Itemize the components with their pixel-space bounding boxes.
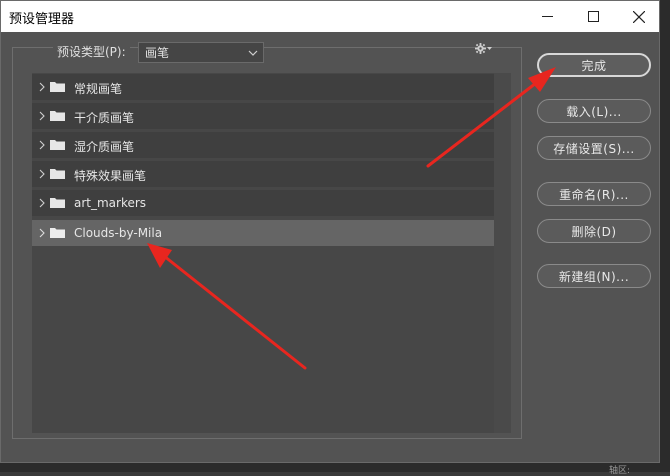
gear-icon xyxy=(475,43,486,54)
maximize-icon xyxy=(587,11,599,22)
background-panel-bottom xyxy=(0,462,670,472)
chevron-right-icon[interactable] xyxy=(39,198,45,208)
list-item-label: 湿介质画笔 xyxy=(74,140,135,154)
window-title: 预设管理器 xyxy=(9,12,75,27)
list-item-selected[interactable]: Clouds-by-Mila xyxy=(32,220,494,246)
list-item[interactable]: 干介质画笔 xyxy=(32,103,494,129)
close-icon xyxy=(633,10,645,23)
list-item[interactable]: 湿介质画笔 xyxy=(32,132,494,158)
list-item-label: art_markers xyxy=(74,196,147,210)
list-scrollbar[interactable] xyxy=(494,73,511,433)
rename-button[interactable]: 重命名(R)... xyxy=(537,182,651,206)
list-item[interactable]: 特殊效果画笔 xyxy=(32,161,494,187)
load-button[interactable]: 载入(L)... xyxy=(537,99,651,123)
list-item[interactable]: art_markers xyxy=(32,190,494,216)
preset-type-value: 画笔 xyxy=(145,46,170,60)
list-item-label: 常规画笔 xyxy=(74,82,123,96)
list-item[interactable]: 常规画笔 xyxy=(32,74,494,100)
minimize-button[interactable] xyxy=(524,1,570,32)
background-bottom-label: 轴区: xyxy=(608,466,630,476)
folder-icon xyxy=(50,140,65,150)
delete-button[interactable]: 删除(D) xyxy=(537,219,651,243)
new-group-button[interactable]: 新建组(N)... xyxy=(537,264,651,288)
list-item-label: 特殊效果画笔 xyxy=(74,169,147,183)
background-panel-right xyxy=(660,0,670,472)
list-item-label: Clouds-by-Mila xyxy=(74,226,163,240)
folder-icon xyxy=(50,169,65,179)
minimize-icon xyxy=(541,16,553,17)
chevron-right-icon[interactable] xyxy=(39,228,45,238)
chevron-right-icon[interactable] xyxy=(39,82,45,92)
chevron-down-icon xyxy=(487,46,492,50)
preset-list[interactable]: 常规画笔 干介质画笔 湿介质画笔 特殊效果画笔 art_markers Clou… xyxy=(32,73,511,433)
chevron-right-icon[interactable] xyxy=(39,169,45,179)
maximize-button[interactable] xyxy=(570,1,616,32)
preset-type-label: 预设类型(P): xyxy=(53,43,130,60)
folder-icon xyxy=(50,111,65,121)
chevron-down-icon xyxy=(248,50,258,56)
folder-icon xyxy=(50,82,65,92)
save-set-button[interactable]: 存储设置(S)... xyxy=(537,136,651,160)
settings-menu-button[interactable] xyxy=(475,43,492,54)
close-button[interactable] xyxy=(616,1,662,32)
chevron-right-icon[interactable] xyxy=(39,140,45,150)
folder-icon xyxy=(50,198,65,208)
preset-type-select[interactable]: 画笔 xyxy=(138,42,264,63)
preset-manager-dialog: 预设管理器 预设类型(P): 画笔 常规画笔 干介质画笔 湿介质画笔 特殊效果画… xyxy=(0,0,660,463)
chevron-right-icon[interactable] xyxy=(39,111,45,121)
done-button[interactable]: 完成 xyxy=(537,53,651,77)
folder-icon xyxy=(50,228,65,238)
title-bar: 预设管理器 xyxy=(1,1,659,32)
list-item-label: 干介质画笔 xyxy=(74,111,135,125)
